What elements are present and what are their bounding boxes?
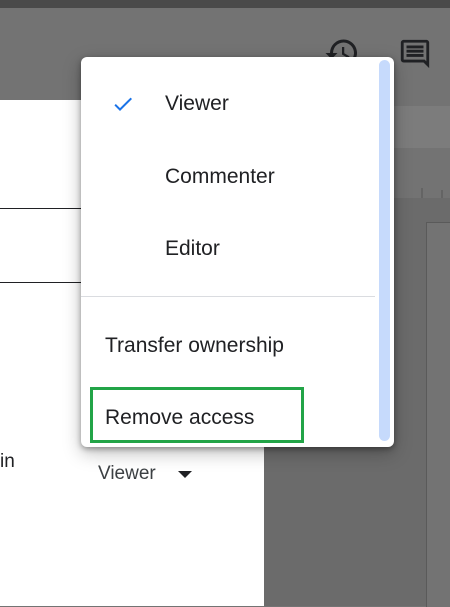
document-page	[426, 222, 450, 607]
menu-item-viewer[interactable]: Viewer	[81, 80, 375, 128]
check-icon	[114, 97, 132, 111]
menu-item-label: Commenter	[165, 165, 275, 188]
menu-scrollbar[interactable]	[379, 60, 390, 441]
input-underline	[0, 282, 82, 283]
menu-divider	[81, 296, 375, 297]
role-dropdown-value: Viewer	[98, 463, 156, 484]
role-menu: Viewer Commenter Editor Transfer ownersh…	[81, 57, 394, 447]
share-text-fragment: in	[0, 451, 15, 472]
menu-item-label: Transfer ownership	[105, 334, 284, 357]
caret-down-icon	[177, 470, 192, 478]
menu-item-transfer-ownership[interactable]: Transfer ownership	[81, 322, 375, 370]
menu-item-remove-access[interactable]: Remove access	[81, 394, 375, 442]
menu-item-label: Remove access	[105, 406, 255, 429]
window-top-bar	[0, 0, 450, 8]
menu-item-label: Viewer	[165, 92, 229, 115]
menu-item-commenter[interactable]: Commenter	[81, 153, 375, 201]
menu-item-editor[interactable]: Editor	[81, 225, 375, 273]
comment-icon[interactable]	[398, 37, 432, 71]
role-dropdown[interactable]: Viewer	[98, 461, 192, 487]
menu-item-label: Editor	[165, 237, 220, 260]
input-underline	[0, 208, 82, 209]
